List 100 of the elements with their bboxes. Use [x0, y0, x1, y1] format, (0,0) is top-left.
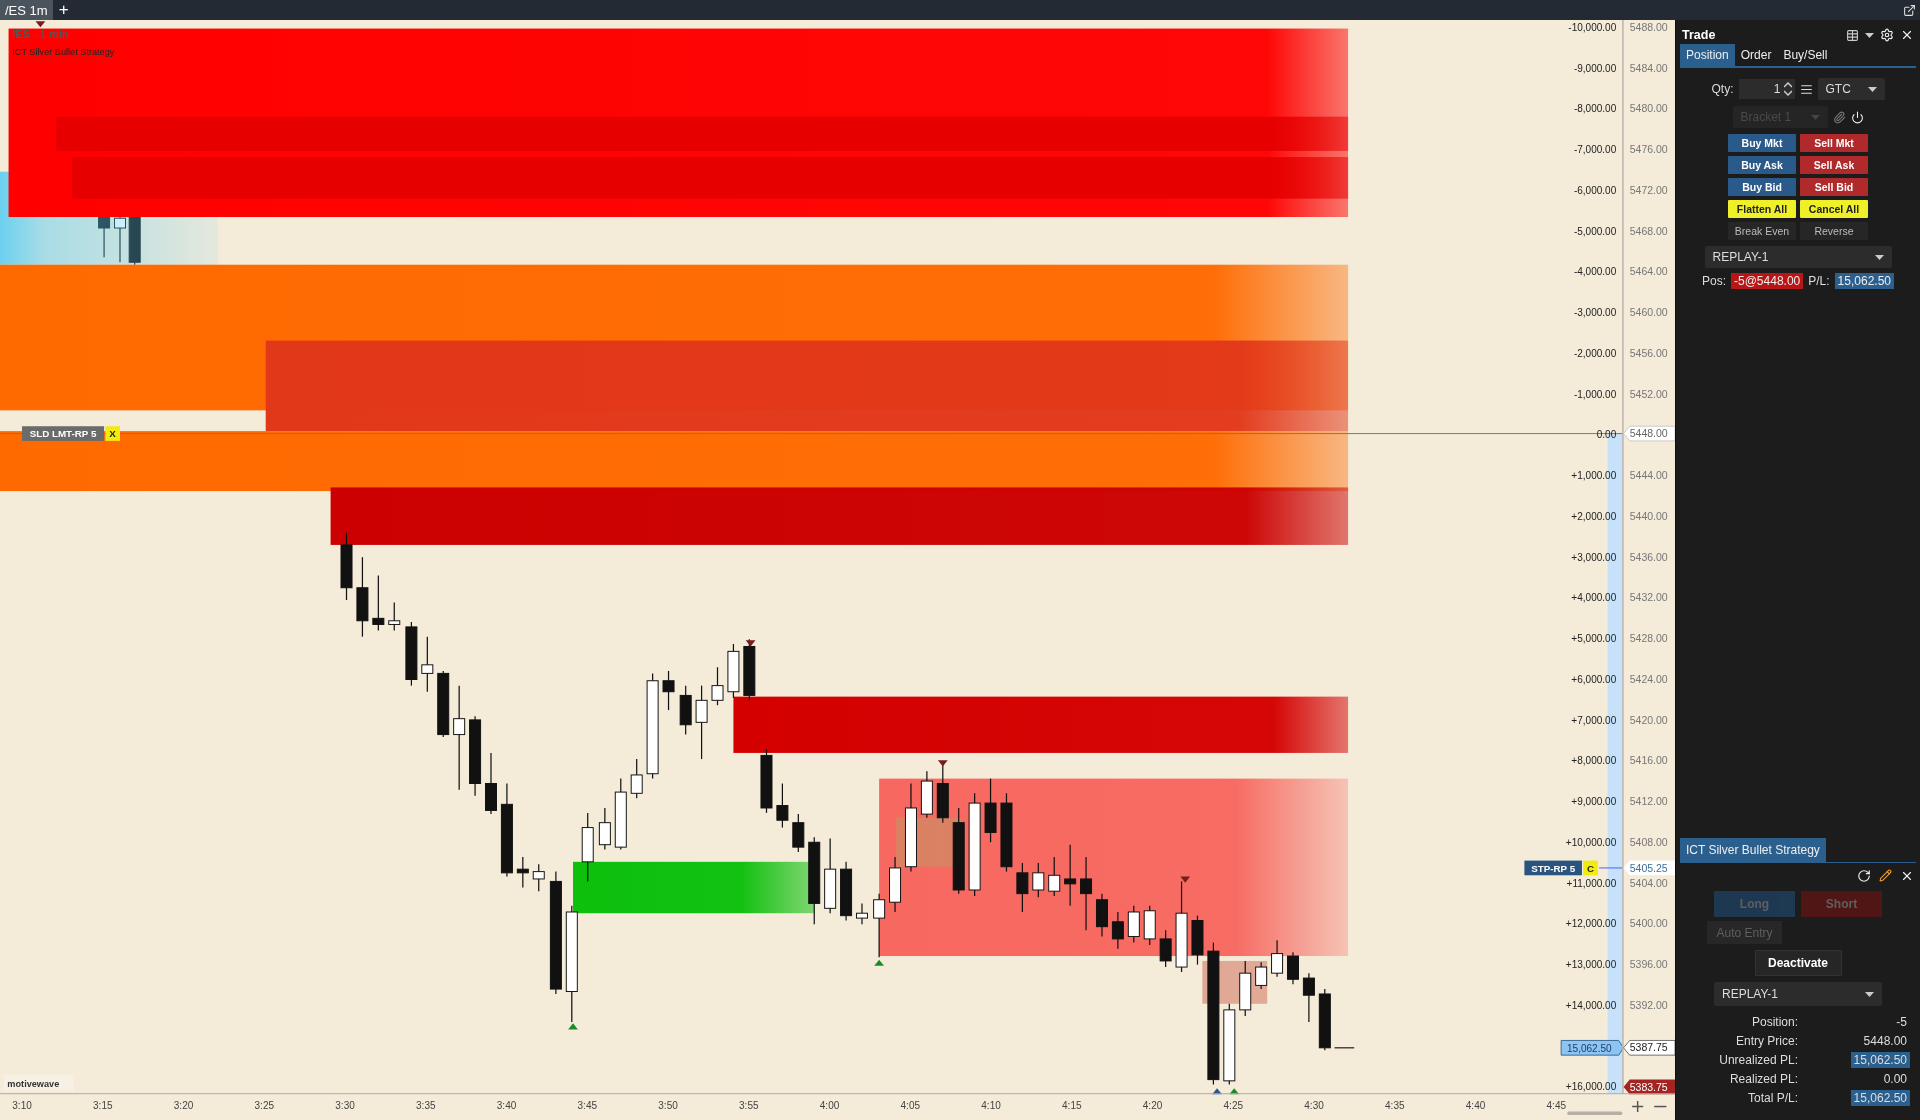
pl-axis-label: +12,000.00	[1565, 918, 1617, 930]
order-button[interactable]: Flatten All	[1728, 200, 1796, 218]
chart-tab[interactable]: /ES 1m	[0, 0, 53, 20]
account-dropdown[interactable]: REPLAY-1	[1714, 982, 1882, 1006]
panel-tab[interactable]: Order	[1734, 44, 1778, 66]
pl-axis-label: 0.00	[1596, 429, 1617, 441]
strategy-tab[interactable]: ICT Silver Bullet Strategy	[1680, 838, 1826, 862]
candlestick	[532, 863, 545, 892]
price-axis-label: 5484.00	[1629, 61, 1668, 74]
spinner-icon[interactable]	[1783, 82, 1792, 96]
zoom-out-icon[interactable]	[1653, 1105, 1668, 1108]
order-button[interactable]: Buy Bid	[1728, 178, 1796, 196]
candlestick	[840, 861, 853, 922]
pl-axis-label: -10,000.00	[1568, 22, 1617, 33]
close-icon[interactable]	[1900, 869, 1914, 883]
price-axis-label: 5444.00	[1629, 469, 1668, 482]
price-axis-label: 5440.00	[1629, 509, 1668, 522]
candlestick	[485, 752, 497, 815]
stat-value: 5448.00	[1862, 1033, 1908, 1049]
order-action-button[interactable]: X	[105, 426, 120, 441]
order-button[interactable]: Reverse	[1800, 222, 1868, 240]
price-marker: 5448.00	[1623, 425, 1675, 442]
pl-label: P/L:	[1808, 274, 1830, 288]
power-icon[interactable]	[1850, 110, 1864, 124]
panel-tab[interactable]: Buy/Sell	[1777, 44, 1834, 66]
price-axis-label: 5408.00	[1629, 835, 1668, 848]
candlestick	[1111, 911, 1124, 950]
panel-title: Trade	[1682, 28, 1717, 42]
time-axis-label: 3:20	[173, 1100, 194, 1111]
candlestick	[1127, 905, 1140, 944]
order-tag[interactable]: STP-RP 5	[1524, 860, 1582, 876]
pl-axis-label: +9,000.00	[1571, 796, 1617, 808]
price-axis-label: 5424.00	[1629, 672, 1668, 685]
popout-icon[interactable]	[1903, 3, 1916, 17]
candlestick	[340, 532, 353, 601]
order-button[interactable]: Buy Ask	[1728, 156, 1796, 174]
list-icon[interactable]	[1799, 82, 1813, 96]
price-axis-label: 5488.00	[1629, 21, 1668, 33]
price-axis-label: 5464.00	[1629, 265, 1668, 278]
qty-field[interactable]: 1	[1738, 79, 1795, 99]
time-axis-label: 4:40	[1465, 1100, 1486, 1111]
order-button[interactable]: Break Even	[1728, 222, 1796, 240]
time-axis-label: 3:15	[93, 1100, 113, 1111]
time-axis-label: 3:50	[658, 1100, 678, 1111]
close-icon[interactable]	[1900, 28, 1914, 42]
candlestick	[630, 758, 643, 799]
pl-axis-label: +11,000.00	[1566, 877, 1617, 889]
time-axis-label: 4:05	[900, 1100, 921, 1111]
pencil-icon[interactable]	[1879, 869, 1892, 882]
time-axis-label: 3:10	[12, 1100, 32, 1111]
order-button[interactable]: Sell Mkt	[1800, 134, 1868, 152]
panel-tab[interactable]: Position	[1680, 44, 1735, 66]
pl-axis-label: +4,000.00	[1571, 592, 1617, 604]
pl-value: 15,062.50	[1834, 273, 1894, 289]
stat-label: Realized PL:	[1728, 1072, 1798, 1086]
caret-icon	[1874, 254, 1884, 260]
study-name: ICT Silver Bullet Strategy	[12, 47, 115, 58]
order-tag[interactable]: SLD LMT-RP 5	[22, 426, 105, 441]
price-axis-label: 5404.00	[1629, 876, 1668, 889]
refresh-icon[interactable]	[1857, 869, 1871, 883]
tif-dropdown[interactable]: GTC	[1817, 78, 1885, 100]
stat-label: Unrealized PL:	[1718, 1053, 1798, 1067]
add-tab-button[interactable]: +	[52, 0, 75, 20]
candlestick	[421, 636, 434, 693]
price-axis-label: 5432.00	[1629, 591, 1668, 604]
scroll-handle[interactable]	[1567, 1111, 1623, 1116]
candlestick	[889, 856, 902, 913]
price-axis-label: 5412.00	[1629, 795, 1668, 808]
candlestick	[581, 812, 594, 882]
order-button[interactable]: Cancel All	[1800, 200, 1868, 218]
account-dropdown[interactable]: REPLAY-1	[1704, 246, 1892, 268]
caret-icon	[1867, 86, 1877, 92]
price-axis-label: 5400.00	[1629, 917, 1668, 930]
order-button[interactable]: Sell Ask	[1800, 156, 1868, 174]
price-axis-label: 5460.00	[1629, 306, 1668, 319]
time-axis-label: 4:15	[1062, 1100, 1082, 1111]
candlestick	[1032, 862, 1045, 898]
candlestick	[1048, 856, 1061, 897]
candlestick	[873, 893, 886, 958]
pl-axis-label: +6,000.00	[1571, 673, 1617, 685]
stat-value: -5	[1895, 1014, 1908, 1030]
candlestick	[984, 778, 997, 843]
time-axis-label: 4:00	[819, 1100, 840, 1111]
settings-icon[interactable]	[1880, 28, 1894, 42]
order-button[interactable]: Buy Mkt	[1728, 134, 1796, 152]
price-axis-label: 5472.00	[1629, 184, 1668, 196]
paperclip-icon[interactable]	[1832, 110, 1846, 124]
table-icon[interactable]	[1846, 28, 1859, 42]
brand-label: motivewave	[3, 1074, 74, 1091]
order-button[interactable]: Sell Bid	[1800, 178, 1868, 196]
candlestick	[1302, 972, 1315, 1023]
price-axis-label: 5392.00	[1629, 998, 1668, 1011]
time-axis-label: 4:20	[1142, 1100, 1163, 1111]
time-axis-label: 3:25	[254, 1100, 275, 1111]
deactivate-button[interactable]: Deactivate	[1754, 950, 1842, 976]
price-axis-label: 5452.00	[1629, 387, 1668, 400]
zoom-in-icon[interactable]	[1631, 1100, 1644, 1113]
candlestick	[388, 601, 401, 632]
pl-axis-label: +14,000.00	[1565, 999, 1617, 1011]
order-action-button[interactable]: C	[1583, 860, 1598, 876]
